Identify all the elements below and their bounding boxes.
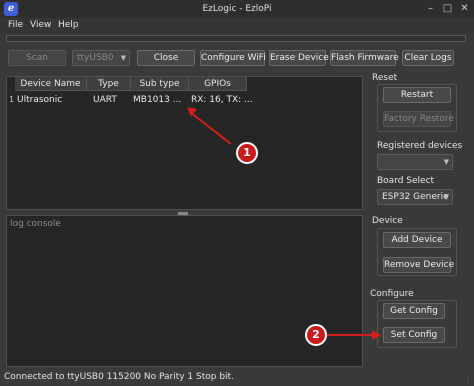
progress-strip [6,35,466,42]
resize-grip-icon[interactable]: ⋮ [464,376,472,385]
device-section-label: Device [372,216,403,226]
board-select-label: Board Select [377,176,435,186]
configure-wifi-button[interactable]: Configure WiFi [200,50,266,66]
clear-logs-button[interactable]: Clear Logs [402,50,454,66]
column-header-sub-type[interactable]: Sub type [131,77,189,91]
menu-bar: File View Help [0,18,474,33]
cell-gpios[interactable]: RX: 16, TX: ... [191,94,253,106]
annotation-marker-1: 1 [236,142,258,164]
row-number: 1 [9,95,15,104]
column-header-type[interactable]: Type [87,77,131,91]
port-select[interactable]: ttyUSB0 ▼ [72,50,130,66]
set-config-button[interactable]: Set Config [383,327,445,343]
registered-devices-select[interactable]: ▼ [377,154,453,170]
minimize-icon[interactable]: – [423,1,438,16]
chevron-down-icon: ▼ [120,54,126,62]
add-device-button[interactable]: Add Device [383,232,451,248]
annotation-arrow-2 [326,334,378,336]
cell-type[interactable]: UART [93,94,117,106]
log-console-placeholder: log console [10,219,61,229]
factory-restore-button[interactable]: Factory Restore [383,111,454,127]
board-select[interactable]: ESP32 Generic ▼ [377,189,453,205]
scan-button[interactable]: Scan [8,50,66,66]
port-select-value: ttyUSB0 [77,53,114,63]
menu-help[interactable]: Help [58,18,79,33]
device-table[interactable]: Device Name Type Sub type GPIOs 1 Ultras… [6,76,363,210]
cell-sub-type[interactable]: MB1013 ... [133,94,181,106]
erase-device-button[interactable]: Erase Device [269,50,329,66]
annotation-marker-2: 2 [305,324,327,346]
remove-device-button[interactable]: Remove Device [383,257,454,273]
menu-view[interactable]: View [30,18,51,33]
title-bar: ℯ EzLogic - EzloPi – □ ✕ [0,0,474,18]
maximize-icon[interactable]: □ [440,1,455,16]
reset-section-label: Reset [372,73,398,83]
window-title: EzLogic - EzloPi [202,4,272,14]
close-port-button[interactable]: Close [137,50,195,66]
app-window: ℯ EzLogic - EzloPi – □ ✕ File View Help … [0,0,474,386]
chevron-down-icon: ▼ [443,158,449,166]
table-header: Device Name Type Sub type GPIOs [7,77,362,91]
restart-button[interactable]: Restart [383,87,451,103]
chevron-down-icon: ▼ [443,193,449,201]
configure-section-label: Configure [370,289,414,299]
column-header-gpios[interactable]: GPIOs [189,77,247,91]
board-select-value: ESP32 Generic [382,192,449,202]
close-window-icon[interactable]: ✕ [457,1,472,16]
cell-device-name[interactable]: Ultrasonic [17,94,62,106]
get-config-button[interactable]: Get Config [383,303,445,319]
arrowhead-icon [372,330,381,340]
flash-firmware-button[interactable]: Flash Firmware [330,50,399,66]
menu-file[interactable]: File [8,18,23,33]
column-header-device-name[interactable]: Device Name [15,77,87,91]
status-bar-text: Connected to ttyUSB0 115200 No Parity 1 … [4,372,234,382]
registered-devices-label: Registered devices [377,141,463,151]
